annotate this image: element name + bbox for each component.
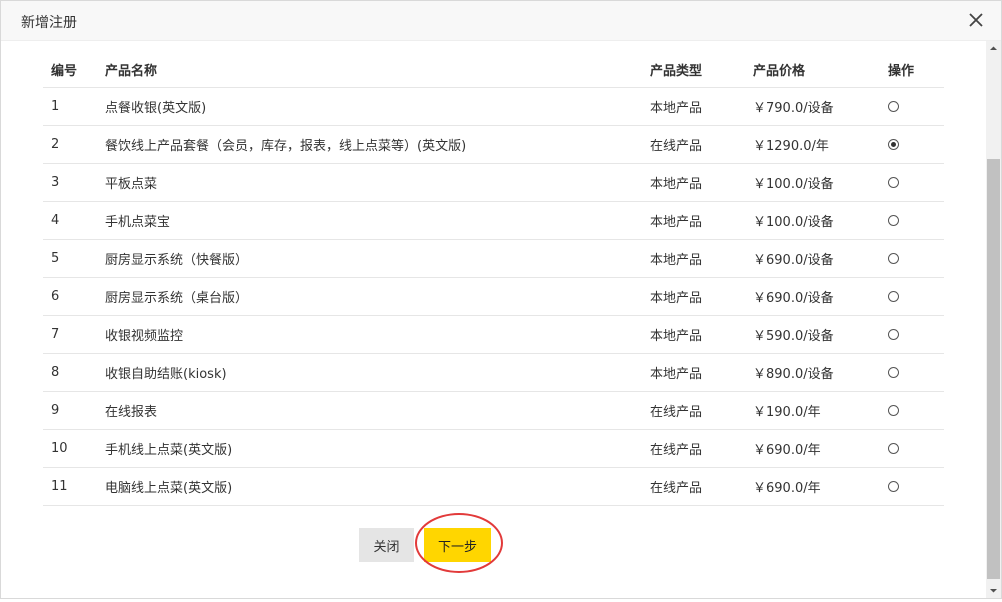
table-row: 6 厨房显示系统（桌台版） 本地产品 ￥690.0/设备 — [43, 277, 944, 316]
row-action — [888, 125, 944, 164]
row-number: 6 — [43, 277, 105, 316]
product-price: ￥100.0/设备 — [753, 163, 888, 202]
product-name: 平板点菜 — [105, 163, 650, 202]
scroll-down-arrow-icon[interactable] — [986, 583, 1001, 598]
row-number: 11 — [43, 467, 105, 506]
table-row: 4 手机点菜宝 本地产品 ￥100.0/设备 — [43, 201, 944, 240]
product-name: 手机点菜宝 — [105, 201, 650, 240]
header-no: 编号 — [43, 51, 105, 88]
product-name: 电脑线上点菜(英文版) — [105, 467, 650, 506]
select-radio[interactable] — [888, 177, 899, 188]
product-name: 厨房显示系统（桌台版） — [105, 277, 650, 316]
table-row: 11 电脑线上点菜(英文版) 在线产品 ￥690.0/年 — [43, 467, 944, 506]
row-action — [888, 391, 944, 430]
product-type: 在线产品 — [650, 125, 753, 164]
select-radio[interactable] — [888, 139, 899, 150]
select-radio[interactable] — [888, 329, 899, 340]
row-action — [888, 315, 944, 354]
product-name: 餐饮线上产品套餐（会员，库存，报表，线上点菜等）(英文版) — [105, 125, 650, 164]
row-action — [888, 429, 944, 468]
next-step-button[interactable]: 下一步 — [424, 528, 491, 562]
scroll-up-arrow-icon[interactable] — [986, 41, 1001, 56]
row-action — [888, 277, 944, 316]
row-number: 7 — [43, 315, 105, 354]
product-price: ￥790.0/设备 — [753, 87, 888, 126]
product-price: ￥690.0/年 — [753, 467, 888, 506]
product-type: 本地产品 — [650, 239, 753, 278]
scrollbar-thumb[interactable] — [987, 159, 1000, 579]
row-action — [888, 239, 944, 278]
header-type: 产品类型 — [650, 51, 753, 88]
product-price: ￥190.0/年 — [753, 391, 888, 430]
select-radio[interactable] — [888, 291, 899, 302]
table-row: 7 收银视频监控 本地产品 ￥590.0/设备 — [43, 315, 944, 354]
product-table: 编号 产品名称 产品类型 产品价格 操作 1 点餐收银(英文版) 本地产品 ￥790.… — [43, 51, 944, 506]
close-button[interactable]: 关闭 — [359, 528, 414, 562]
product-name: 点餐收银(英文版) — [105, 87, 650, 126]
row-number: 2 — [43, 125, 105, 164]
header-action: 操作 — [888, 51, 944, 88]
row-action — [888, 201, 944, 240]
product-price: ￥690.0/年 — [753, 429, 888, 468]
select-radio[interactable] — [888, 367, 899, 378]
product-price: ￥690.0/设备 — [753, 277, 888, 316]
product-type: 本地产品 — [650, 277, 753, 316]
product-type: 在线产品 — [650, 429, 753, 468]
row-number: 8 — [43, 353, 105, 392]
row-number: 5 — [43, 239, 105, 278]
select-radio[interactable] — [888, 443, 899, 454]
header-price: 产品价格 — [753, 51, 888, 88]
row-action — [888, 87, 944, 126]
dialog-title: 新增注册 — [21, 15, 77, 31]
select-radio[interactable] — [888, 253, 899, 264]
header-name: 产品名称 — [105, 51, 650, 88]
product-price: ￥1290.0/年 — [753, 125, 888, 164]
product-type: 在线产品 — [650, 467, 753, 506]
product-type: 本地产品 — [650, 163, 753, 202]
table-header-row: 编号 产品名称 产品类型 产品价格 操作 — [43, 51, 944, 88]
table-row: 2 餐饮线上产品套餐（会员，库存，报表，线上点菜等）(英文版) 在线产品 ￥1290.… — [43, 125, 944, 164]
row-number: 1 — [43, 87, 105, 126]
product-type: 本地产品 — [650, 201, 753, 240]
product-type: 本地产品 — [650, 87, 753, 126]
row-number: 9 — [43, 391, 105, 430]
row-action — [888, 467, 944, 506]
close-icon[interactable] — [967, 11, 985, 29]
table-row: 5 厨房显示系统（快餐版） 本地产品 ￥690.0/设备 — [43, 239, 944, 278]
table-row: 1 点餐收银(英文版) 本地产品 ￥790.0/设备 — [43, 87, 944, 126]
table-row: 9 在线报表 在线产品 ￥190.0/年 — [43, 391, 944, 430]
register-dialog: 新增注册 编号 产品名称 产品类型 产品价格 操作 1 点餐收银(英文版) 本地… — [0, 0, 1002, 599]
product-price: ￥100.0/设备 — [753, 201, 888, 240]
table-row: 10 手机线上点菜(英文版) 在线产品 ￥690.0/年 — [43, 429, 944, 468]
product-name: 收银视频监控 — [105, 315, 650, 354]
product-name: 在线报表 — [105, 391, 650, 430]
select-radio[interactable] — [888, 101, 899, 112]
dialog-header: 新增注册 — [1, 1, 1001, 41]
product-type: 本地产品 — [650, 315, 753, 354]
product-type: 在线产品 — [650, 391, 753, 430]
product-name: 厨房显示系统（快餐版） — [105, 239, 650, 278]
product-name: 手机线上点菜(英文版) — [105, 429, 650, 468]
select-radio[interactable] — [888, 481, 899, 492]
row-action — [888, 353, 944, 392]
row-number: 4 — [43, 201, 105, 240]
product-price: ￥590.0/设备 — [753, 315, 888, 354]
dialog-content: 编号 产品名称 产品类型 产品价格 操作 1 点餐收银(英文版) 本地产品 ￥790.… — [1, 41, 986, 598]
select-radio[interactable] — [888, 215, 899, 226]
row-number: 10 — [43, 429, 105, 468]
table-row: 8 收银自助结账(kiosk) 本地产品 ￥890.0/设备 — [43, 353, 944, 392]
product-type: 本地产品 — [650, 353, 753, 392]
product-price: ￥690.0/设备 — [753, 239, 888, 278]
row-action — [888, 163, 944, 202]
vertical-scrollbar[interactable] — [986, 41, 1001, 598]
product-price: ￥890.0/设备 — [753, 353, 888, 392]
row-number: 3 — [43, 163, 105, 202]
select-radio[interactable] — [888, 405, 899, 416]
product-name: 收银自助结账(kiosk) — [105, 353, 650, 392]
table-row: 3 平板点菜 本地产品 ￥100.0/设备 — [43, 163, 944, 202]
